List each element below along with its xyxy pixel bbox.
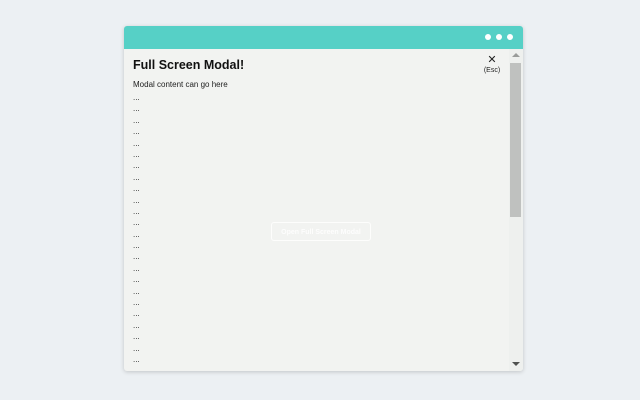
scroll-down-arrow-icon[interactable] xyxy=(512,362,520,366)
scrollbar-thumb[interactable] xyxy=(510,63,521,217)
content-line: ... xyxy=(133,263,140,273)
content-line: ... xyxy=(133,218,140,228)
vertical-scrollbar[interactable] xyxy=(509,49,523,371)
scroll-up-arrow-icon[interactable] xyxy=(512,53,520,57)
content-line: ... xyxy=(133,206,140,216)
content-line: ... xyxy=(133,184,140,194)
content-line: ... xyxy=(133,320,140,330)
modal: Open Full Screen Modal Full Screen Modal… xyxy=(124,49,509,372)
modal-content-lines: ........................................… xyxy=(133,92,140,371)
content-line: ... xyxy=(133,104,140,114)
open-modal-button: Open Full Screen Modal xyxy=(271,222,371,241)
content-line: ... xyxy=(133,275,140,285)
window-control-dot-icon[interactable] xyxy=(507,34,513,40)
content-line: ... xyxy=(133,161,140,171)
window-control-dot-icon[interactable] xyxy=(496,34,502,40)
close-button[interactable]: ✕ (Esc) xyxy=(481,55,503,75)
content-line: ... xyxy=(133,354,140,364)
window-titlebar xyxy=(124,26,523,49)
content-line: ... xyxy=(133,309,140,319)
close-icon[interactable]: ✕ xyxy=(481,55,503,66)
browser-window: Open Full Screen Modal Full Screen Modal… xyxy=(124,26,523,371)
content-line: ... xyxy=(133,343,140,353)
content-line: ... xyxy=(133,93,140,102)
content-line: ... xyxy=(133,366,140,371)
content-line: ... xyxy=(133,229,140,239)
close-shortcut-hint: (Esc) xyxy=(483,67,501,74)
content-line: ... xyxy=(133,115,140,125)
content-line: ... xyxy=(133,332,140,342)
content-line: ... xyxy=(133,241,140,251)
window-controls xyxy=(485,34,513,40)
content-line: ... xyxy=(133,252,140,262)
window-control-dot-icon[interactable] xyxy=(485,34,491,40)
content-line: ... xyxy=(133,195,140,205)
modal-text: Modal content can go here xyxy=(133,80,228,89)
content-line: ... xyxy=(133,127,140,137)
content-line: ... xyxy=(133,172,140,182)
content-line: ... xyxy=(133,286,140,296)
content-line: ... xyxy=(133,149,140,159)
content-line: ... xyxy=(133,298,140,308)
modal-title: Full Screen Modal! xyxy=(133,58,245,72)
content-line: ... xyxy=(133,138,140,148)
